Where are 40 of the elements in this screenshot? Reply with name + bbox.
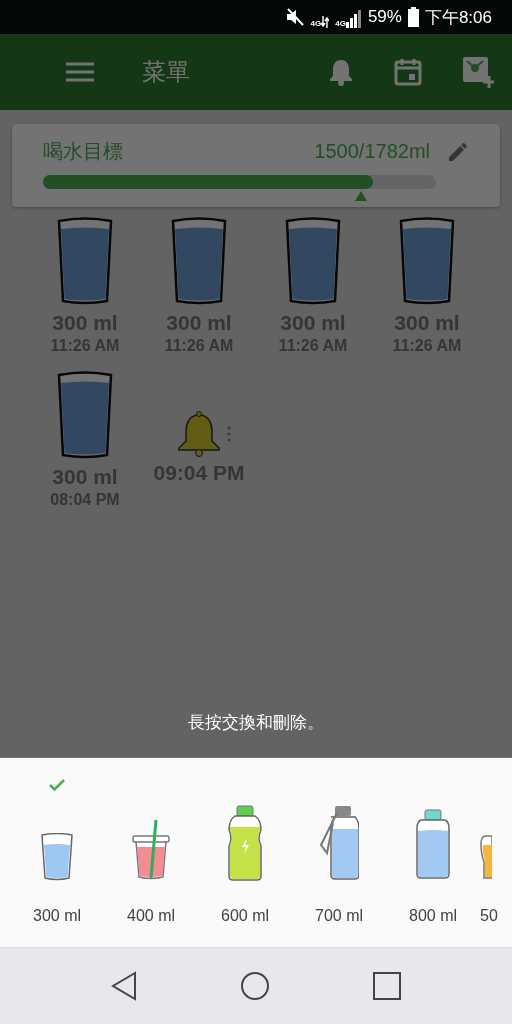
cup-size-option[interactable]: 400 ml	[104, 757, 198, 925]
check-icon	[49, 779, 65, 791]
app-title: 菜單	[142, 57, 190, 87]
menu-button[interactable]	[66, 62, 94, 82]
water-glass-icon	[284, 217, 342, 305]
more-icon[interactable]	[227, 425, 231, 443]
strap-bottle-icon	[319, 805, 359, 881]
bell-icon	[177, 411, 221, 457]
straw-cup-icon	[132, 819, 170, 881]
hint-text: 長按交換和刪除。	[188, 712, 324, 734]
mute-icon	[284, 7, 305, 27]
back-button[interactable]	[111, 971, 138, 1001]
water-bottle-icon	[415, 809, 451, 881]
water-glass-icon	[41, 833, 73, 881]
water-glass-icon	[398, 217, 456, 305]
reminder-button[interactable]	[328, 58, 354, 86]
water-glass-icon	[56, 217, 114, 305]
cup-size-option[interactable]: 50	[480, 757, 510, 925]
target-marker-icon	[355, 191, 368, 201]
calendar-button[interactable]	[394, 58, 422, 86]
home-button[interactable]	[240, 971, 270, 1001]
network-type-label: 4G	[310, 20, 322, 28]
goal-title: 喝水目標	[43, 139, 124, 164]
cup-size-option[interactable]: 800 ml	[386, 757, 480, 925]
cup-size-option[interactable]: 700 ml	[292, 757, 386, 925]
battery-icon	[407, 7, 419, 27]
recents-button[interactable]	[372, 972, 401, 1000]
goal-reading: 1500/1782ml	[314, 140, 430, 163]
battery-percent: 59%	[367, 7, 402, 27]
clock: 下午8:06	[424, 6, 492, 29]
water-glass-icon	[56, 371, 114, 459]
beer-glass-icon	[480, 835, 492, 881]
data-arrows-icon	[321, 16, 330, 28]
add-photo-button[interactable]	[462, 56, 494, 88]
network-type-label: 4G	[335, 20, 346, 28]
cup-size-option[interactable]: 300 ml	[10, 757, 104, 925]
sport-bottle-icon	[227, 805, 263, 881]
water-glass-icon	[170, 217, 228, 305]
cup-size-option[interactable]: 600 ml	[198, 757, 292, 925]
signal-icon	[345, 10, 362, 28]
